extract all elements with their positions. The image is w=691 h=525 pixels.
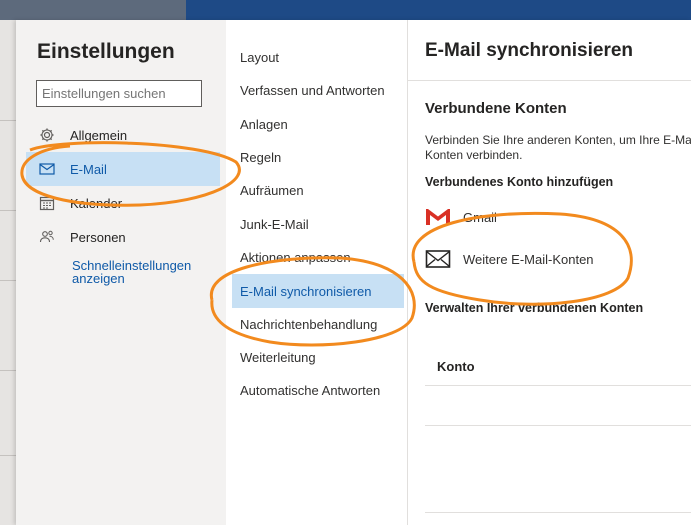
table-divider [425,425,691,426]
background-divider [0,120,16,121]
connected-accounts-heading: Verbundene Konten [425,100,567,117]
background-app-topbar [186,0,691,20]
add-account-heading: Verbundenes Konto hinzufügen [425,175,614,189]
table-divider [425,385,691,386]
background-app-header [0,0,186,20]
background-divider [0,370,16,371]
add-other-email-account[interactable]: Weitere E-Mail-Konten [425,246,594,272]
envelope-icon [425,248,453,270]
submenu-item-regeln[interactable]: Regeln [232,140,404,174]
settings-search-input[interactable] [36,80,202,107]
settings-title: Einstellungen [37,40,175,63]
submenu-item-junk[interactable]: Junk-E-Mail [232,207,404,241]
nav-item-email[interactable]: E-Mail [26,152,220,186]
submenu-item-weiterleitung[interactable]: Weiterleitung [232,340,404,374]
submenu-item-nachrichtenbehandlung[interactable]: Nachrichtenbehandlung [232,307,404,341]
submenu-item-anlagen[interactable]: Anlagen [232,107,404,141]
page-title: E-Mail synchronisieren [425,40,634,61]
background-divider [0,210,16,211]
nav-item-label: Personen [70,229,126,245]
accounts-table-header: Konto [437,359,475,374]
nav-item-label: E-Mail [70,161,107,177]
gmail-icon [425,206,453,228]
add-gmail-account[interactable]: Gmail [425,204,497,230]
nav-item-kalender[interactable]: Kalender [26,186,220,220]
nav-item-allgemein[interactable]: Allgemein [26,118,220,152]
submenu-item-email-sync[interactable]: E-Mail synchronisieren [232,274,404,308]
option-label: Gmail [463,209,497,225]
quick-settings-link[interactable]: Schnelleinstellungen anzeigen [72,259,212,285]
people-icon [38,228,56,246]
nav-item-label: Kalender [70,195,123,211]
submenu-item-layout[interactable]: Layout [232,40,404,74]
calendar-icon [38,194,56,212]
manage-accounts-heading: Verwalten Ihrer verbundenen Konten [425,301,644,315]
mail-icon [38,160,56,178]
description-line: Verbinden Sie Ihre anderen Konten, um Ih… [425,133,691,147]
gear-icon [38,126,56,144]
nav-item-label: Allgemein [70,127,128,143]
option-label: Weitere E-Mail-Konten [463,251,594,267]
connected-accounts-description: Verbinden Sie Ihre anderen Konten, um Ih… [425,133,691,163]
submenu-item-verfassen[interactable]: Verfassen und Antworten [232,73,404,107]
nav-item-personen[interactable]: Personen [26,220,220,254]
submenu-item-aktionen[interactable]: Aktionen anpassen [232,240,404,274]
table-divider [425,512,691,513]
submenu-item-automatische-antworten[interactable]: Automatische Antworten [232,373,404,407]
title-divider [408,80,691,81]
background-divider [0,280,16,281]
background-app-edge [0,0,16,525]
description-line: Konten verbinden. [425,148,523,162]
submenu-item-aufraeumen[interactable]: Aufräumen [232,173,404,207]
background-divider [0,455,16,456]
